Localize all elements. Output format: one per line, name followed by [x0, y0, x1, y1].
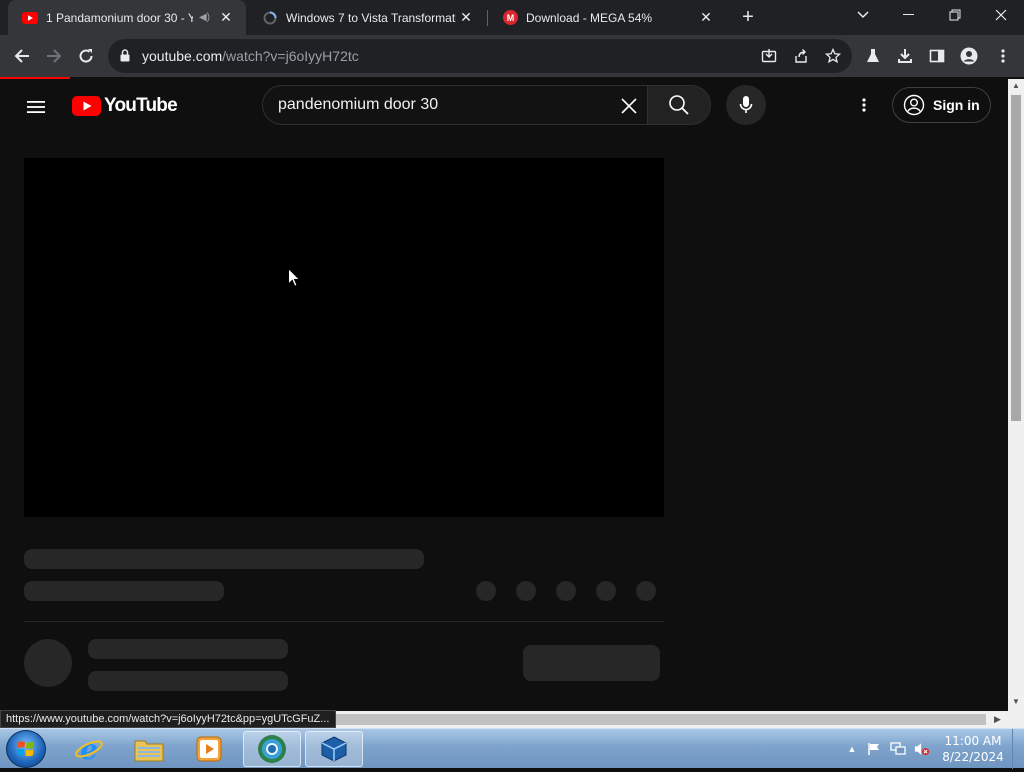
youtube-logo[interactable]: YouTube — [72, 95, 178, 117]
taskbar-virtualbox[interactable] — [305, 731, 363, 767]
guide-menu-icon[interactable] — [24, 95, 48, 119]
browser-app-icon — [258, 735, 286, 763]
tab-youtube[interactable]: 1 Pandamonium door 30 - YouTube ◀) ✕ — [8, 0, 246, 35]
settings-more-icon[interactable] — [852, 93, 876, 117]
youtube-favicon-icon — [22, 10, 38, 26]
search-input[interactable]: pandenomium door 30 — [278, 96, 438, 114]
taskbar-windows-explorer[interactable] — [120, 731, 178, 767]
search-button[interactable] — [647, 85, 711, 125]
internet-explorer-icon: e — [75, 734, 103, 764]
restore-button[interactable] — [932, 0, 978, 30]
meta-placeholder — [24, 581, 224, 601]
tab-title: Download - MEGA 54% — [526, 10, 653, 25]
action-center-flag-icon[interactable] — [866, 741, 882, 757]
downloads-icon[interactable] — [894, 45, 916, 67]
loading-spinner-icon — [262, 10, 278, 26]
lock-icon[interactable] — [120, 49, 130, 67]
search-box[interactable]: pandenomium door 30 — [262, 85, 648, 125]
tab-title: 1 Pandamonium door 30 - YouTube — [46, 10, 193, 25]
profile-icon[interactable] — [958, 45, 980, 67]
scroll-down-arrow-icon[interactable]: ▼ — [1012, 697, 1020, 706]
tab-mega[interactable]: M Download - MEGA 54% ✕ — [488, 0, 726, 35]
action-placeholder — [636, 581, 656, 601]
sign-in-label: Sign in — [933, 97, 980, 113]
minimize-button[interactable] — [886, 0, 932, 30]
virtualbox-icon — [321, 736, 347, 762]
clock-time: 11:00 AM — [944, 734, 1002, 748]
youtube-play-logo-icon — [72, 96, 101, 116]
new-tab-button[interactable]: + — [736, 7, 760, 29]
network-icon[interactable] — [890, 741, 906, 757]
volume-muted-icon[interactable] — [914, 741, 930, 757]
voice-search-button[interactable] — [726, 85, 766, 125]
microphone-icon — [739, 96, 753, 113]
windows-logo-icon — [16, 741, 34, 757]
svg-text:e: e — [80, 734, 98, 764]
scroll-right-arrow-icon[interactable]: ▶ — [994, 714, 1001, 725]
scroll-thumb[interactable] — [330, 714, 986, 725]
taskbar-internet-explorer[interactable]: e — [60, 731, 118, 767]
close-tab-icon[interactable]: ✕ — [696, 8, 716, 28]
close-window-button[interactable] — [978, 0, 1024, 30]
show-desktop-button[interactable] — [1012, 729, 1024, 769]
channel-name-placeholder — [88, 639, 288, 659]
sign-in-button[interactable]: Sign in — [892, 87, 991, 123]
vertical-scrollbar[interactable]: ▲ ▼ — [1008, 79, 1024, 711]
svg-text:M: M — [506, 13, 514, 23]
mega-favicon-icon: M — [502, 10, 518, 26]
link-status-bubble: https://www.youtube.com/watch?v=j6oIyyH7… — [0, 710, 337, 728]
url-host: youtube.com — [142, 48, 223, 64]
tab-windows7[interactable]: Windows 7 to Vista Transformation ✕ — [248, 0, 486, 35]
show-hidden-icons-icon[interactable]: ▲ — [844, 741, 860, 757]
subscribe-placeholder — [523, 645, 660, 681]
browser-toolbar: youtube.com/watch?v=j6oIyyH72tc — [0, 35, 1024, 77]
action-placeholder — [596, 581, 616, 601]
media-player-icon — [196, 736, 222, 762]
mouse-cursor-icon — [288, 268, 300, 287]
audio-muted-icon[interactable]: ◀) — [199, 12, 210, 23]
windows-taskbar: e ▲ 11:00 AM 8/22/2024 — [0, 728, 1024, 769]
scroll-up-arrow-icon[interactable]: ▲ — [1012, 81, 1020, 90]
bookmark-star-icon[interactable] — [824, 47, 842, 65]
address-bar[interactable]: youtube.com/watch?v=j6oIyyH72tc — [108, 39, 852, 73]
clock-date: 8/22/2024 — [942, 750, 1004, 764]
channel-avatar-placeholder — [24, 639, 72, 687]
close-tab-icon[interactable]: ✕ — [216, 8, 236, 28]
side-panel-icon[interactable] — [926, 45, 948, 67]
youtube-page: YouTube pandenomium door 30 Sign in — [0, 79, 1008, 711]
clear-search-icon[interactable] — [617, 94, 641, 118]
url-path: /watch?v=j6oIyyH72tc — [222, 48, 359, 64]
back-button[interactable] — [8, 42, 36, 70]
account-circle-icon — [903, 94, 925, 116]
taskbar-media-player[interactable] — [180, 731, 238, 767]
start-button[interactable] — [6, 730, 46, 768]
video-player[interactable] — [24, 158, 664, 517]
search-icon — [669, 95, 689, 115]
url-text: youtube.com/watch?v=j6oIyyH72tc — [142, 48, 359, 64]
scrollbar-corner — [1008, 711, 1024, 728]
install-app-icon[interactable] — [760, 47, 778, 65]
title-placeholder — [24, 549, 424, 569]
tab-title: Windows 7 to Vista Transformation — [286, 10, 456, 25]
close-tab-icon[interactable]: ✕ — [456, 8, 476, 28]
system-clock[interactable]: 11:00 AM 8/22/2024 — [940, 733, 1006, 765]
taskbar-chrome[interactable] — [243, 731, 301, 767]
forward-button[interactable] — [40, 42, 68, 70]
divider — [24, 621, 664, 622]
browser-tab-strip: 1 Pandamonium door 30 - YouTube ◀) ✕ Win… — [0, 0, 1024, 35]
action-placeholder — [476, 581, 496, 601]
reload-button[interactable] — [72, 42, 100, 70]
channel-subs-placeholder — [88, 671, 288, 691]
action-placeholder — [556, 581, 576, 601]
labs-flask-icon[interactable] — [862, 45, 884, 67]
action-placeholder — [516, 581, 536, 601]
scroll-thumb[interactable] — [1011, 95, 1021, 421]
youtube-logo-text: YouTube — [104, 95, 178, 116]
folder-icon — [134, 740, 164, 762]
tab-search-icon[interactable] — [840, 0, 886, 30]
chrome-menu-icon[interactable] — [992, 45, 1014, 67]
share-icon[interactable] — [792, 47, 810, 65]
